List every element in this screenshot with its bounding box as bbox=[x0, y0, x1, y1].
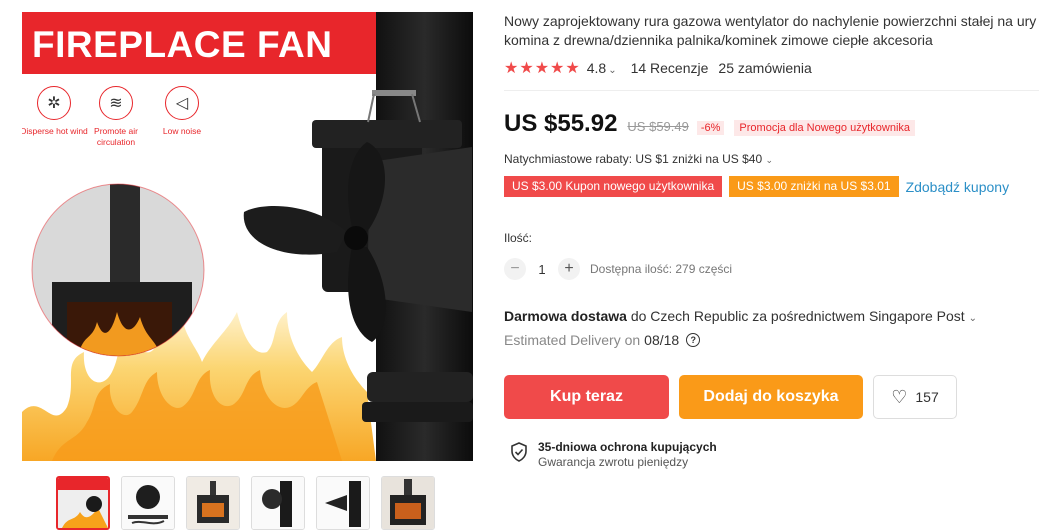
thumbnail-1[interactable] bbox=[56, 476, 110, 530]
coupon-new-user[interactable]: US $3.00 Kupon nowego użytkownika bbox=[504, 176, 723, 197]
thumbnail-6[interactable] bbox=[381, 476, 435, 530]
action-buttons: Kup teraz Dodaj do koszyka ♡ 157 bbox=[504, 375, 957, 419]
original-price: US $59.49 bbox=[627, 119, 689, 134]
thumbnail-2[interactable] bbox=[121, 476, 175, 530]
estimated-delivery: Estimated Delivery on 08/18 ? bbox=[504, 332, 701, 348]
chevron-down-icon: ⌄ bbox=[765, 155, 774, 165]
chevron-down-icon: ⌄ bbox=[968, 313, 977, 324]
speaker-icon: ◁ bbox=[165, 86, 199, 120]
question-mark-icon[interactable]: ? bbox=[686, 333, 701, 347]
rating-number: 4.8 bbox=[586, 60, 607, 76]
quantity-decrease-button[interactable]: − bbox=[504, 258, 526, 280]
orders-count: 25 zamówienia bbox=[718, 60, 812, 76]
feature-label: Promote air circulation bbox=[94, 126, 138, 147]
delivery-label: Estimated Delivery on bbox=[504, 332, 641, 348]
heart-icon: ♡ bbox=[891, 386, 908, 407]
thumbnail-3[interactable] bbox=[186, 476, 240, 530]
feature-label: Low noise bbox=[162, 126, 202, 136]
hero-banner: FIREPLACE FAN bbox=[22, 12, 376, 74]
main-product-image[interactable]: FIREPLACE FAN ✲ Disperse hot wind ≋ Prom… bbox=[22, 12, 473, 461]
shipping-details: do Czech Republic za pośrednictwem Singa… bbox=[630, 308, 965, 324]
thumbnail-strip bbox=[56, 476, 435, 530]
quantity-label: Ilość: bbox=[504, 231, 533, 245]
add-to-cart-button[interactable]: Dodaj do koszyka bbox=[679, 375, 863, 419]
thumbnail-4[interactable] bbox=[251, 476, 305, 530]
instant-rebates[interactable]: Natychmiastowe rabaty: US $1 zniżki na U… bbox=[504, 152, 773, 166]
wind-swirl-icon: ✲ bbox=[37, 86, 71, 120]
wishlist-button[interactable]: ♡ 157 bbox=[873, 375, 957, 419]
coupon-discount[interactable]: US $3.00 zniżki na US $3.01 bbox=[729, 176, 899, 197]
quantity-stepper: − 1 + Dostępna ilość: 279 części bbox=[504, 258, 732, 280]
airflow-icon: ≋ bbox=[99, 86, 133, 120]
quantity-value[interactable]: 1 bbox=[526, 262, 558, 277]
rating-row: ★★★★★ 4.8 ⌄ 14 Recenzje 25 zamówienia bbox=[504, 58, 812, 78]
protection-title: 35-dniowa ochrona kupujących bbox=[538, 440, 717, 454]
stock-available: Dostępna ilość: 279 części bbox=[590, 262, 733, 276]
reviews-link[interactable]: 14 Recenzje bbox=[631, 60, 709, 76]
rebates-text: Natychmiastowe rabaty: US $1 zniżki na U… bbox=[504, 152, 763, 166]
quantity-increase-button[interactable]: + bbox=[558, 258, 580, 280]
get-coupons-link[interactable]: Zdobądź kupony bbox=[906, 179, 1010, 195]
shield-check-icon bbox=[511, 442, 527, 462]
hero-banner-text: FIREPLACE FAN bbox=[32, 24, 333, 65]
feature-noise: ◁ Low noise bbox=[146, 86, 218, 137]
rating-stars: ★★★★★ bbox=[504, 60, 581, 77]
coupon-row: US $3.00 Kupon nowego użytkownika US $3.… bbox=[504, 176, 1009, 197]
delivery-date: 08/18 bbox=[644, 332, 680, 348]
discount-badge: -6% bbox=[696, 121, 725, 135]
free-shipping-label: Darmowa dostawa bbox=[504, 308, 627, 324]
price-row: US $55.92 US $59.49 -6% Promocja dla Now… bbox=[504, 110, 916, 138]
buy-now-button[interactable]: Kup teraz bbox=[504, 375, 669, 419]
shipping-info[interactable]: Darmowa dostawa do Czech Republic za poś… bbox=[504, 308, 977, 324]
buyer-protection: 35-dniowa ochrona kupujących Gwarancja z… bbox=[510, 440, 717, 470]
rating-value[interactable]: 4.8 ⌄ bbox=[587, 60, 617, 76]
new-user-promo-badge: Promocja dla Nowego użytkownika bbox=[734, 120, 916, 136]
feature-airflow: ≋ Promote air circulation bbox=[80, 86, 152, 148]
product-photo bbox=[22, 12, 473, 461]
protection-subtitle: Gwarancja zwrotu pieniędzy bbox=[538, 455, 689, 469]
thumbnail-5[interactable] bbox=[316, 476, 370, 530]
chevron-down-icon: ⌄ bbox=[608, 65, 617, 76]
divider bbox=[504, 90, 1039, 91]
product-title: Nowy zaprojektowany rura gazowa wentylat… bbox=[504, 13, 1037, 48]
current-price: US $55.92 bbox=[504, 110, 618, 137]
wishlist-count: 157 bbox=[915, 389, 939, 405]
